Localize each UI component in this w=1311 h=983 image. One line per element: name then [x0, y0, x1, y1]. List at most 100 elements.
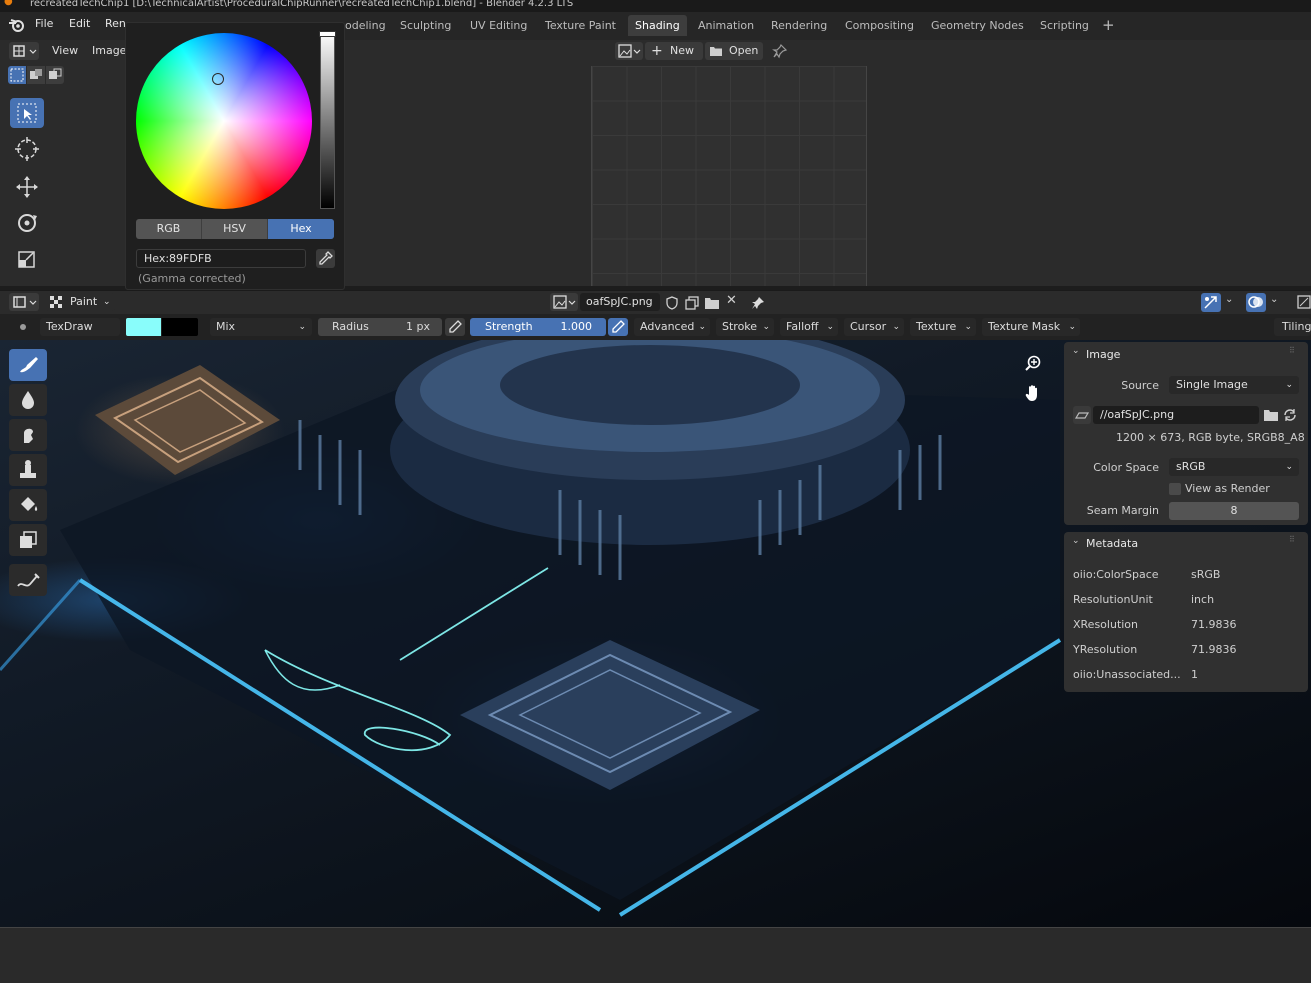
overlay-toggle-icon[interactable] — [1246, 293, 1266, 312]
menu-falloff[interactable]: Falloff ⌄ — [780, 318, 838, 336]
chevron-down-icon: ⌄ — [892, 322, 900, 332]
tab-geometry-nodes[interactable]: Geometry Nodes — [924, 15, 1031, 36]
sidebar-toggle-icon[interactable] — [1296, 294, 1311, 310]
color-wheel[interactable] — [136, 33, 312, 209]
menu-view[interactable]: View — [52, 44, 78, 57]
upper-toolbar — [6, 92, 48, 286]
tab-shading[interactable]: Shading — [628, 15, 687, 36]
tab-texture-paint[interactable]: Texture Paint — [538, 15, 623, 36]
zoom-icon[interactable] — [1024, 354, 1042, 372]
menu-cursor[interactable]: Cursor ⌄ — [844, 318, 904, 336]
brush-icon[interactable] — [14, 318, 32, 336]
tab-animation[interactable]: Animation — [691, 15, 761, 36]
strength-slider[interactable]: Strength 1.000 — [470, 318, 606, 336]
tab-uv-editing[interactable]: UV Editing — [463, 15, 534, 36]
pan-hand-icon[interactable] — [1024, 383, 1042, 403]
tab-sculpting[interactable]: Sculpting — [393, 15, 458, 36]
blender-logo-icon: ● — [4, 0, 13, 7]
chevron-down-icon: ⌄ — [103, 297, 111, 307]
hex-input[interactable]: Hex:89FDFB — [136, 249, 306, 268]
drag-handle-icon[interactable]: ⠿ — [1289, 535, 1295, 544]
filepath-field[interactable]: //oafSpJC.png — [1093, 406, 1259, 424]
reload-icon[interactable] — [1281, 406, 1299, 424]
soften-tool[interactable] — [9, 384, 47, 416]
brush-name-field[interactable]: TexDraw — [40, 318, 120, 336]
blend-mode-dropdown[interactable]: Mix ⌄ — [210, 318, 312, 336]
gizmo-dropdown-icon[interactable]: ⌄ — [1225, 294, 1233, 305]
annotate-tool[interactable] — [9, 564, 47, 596]
menu-edit[interactable]: Edit — [69, 12, 90, 40]
smear-tool[interactable] — [9, 419, 47, 451]
image-name-field[interactable]: oafSpJC.png — [580, 293, 660, 311]
select-box-tool[interactable] — [10, 98, 44, 128]
uv-grid-canvas[interactable] — [591, 66, 867, 286]
new-image-button[interactable]: + New — [645, 42, 703, 60]
tab-scripting[interactable]: Scripting — [1033, 15, 1096, 36]
source-dropdown[interactable]: Single Image ⌄ — [1169, 376, 1299, 394]
mode-dropdown[interactable]: Paint ⌄ — [45, 293, 115, 311]
menu-image[interactable]: Image — [92, 44, 126, 57]
drag-handle-icon[interactable]: ⠿ — [1289, 346, 1295, 355]
image-panel-title[interactable]: Image — [1086, 345, 1120, 365]
gizmo-toggle-icon[interactable] — [1201, 293, 1221, 312]
view-as-render-checkbox[interactable] — [1169, 483, 1181, 495]
mode-rgb[interactable]: RGB — [136, 219, 202, 239]
value-slider[interactable] — [320, 31, 335, 209]
open-image-button[interactable]: Open — [705, 42, 763, 60]
seam-margin-field[interactable]: 8 — [1169, 502, 1299, 520]
metadata-panel-title[interactable]: Metadata — [1086, 534, 1138, 554]
draw-brush-tool[interactable] — [9, 349, 47, 381]
pin-icon[interactable] — [772, 43, 788, 59]
metadata-value: 71.9836 — [1191, 618, 1237, 631]
unlink-close-icon[interactable]: ✕ — [726, 293, 737, 308]
chevron-down-icon: ⌄ — [826, 322, 834, 332]
select-new-icon[interactable] — [8, 66, 26, 84]
metadata-value: 1 — [1191, 668, 1198, 681]
overlay-dropdown-icon[interactable]: ⌄ — [1270, 294, 1278, 305]
open-folder-icon[interactable] — [704, 295, 720, 311]
browse-folder-icon[interactable] — [1262, 406, 1280, 424]
chevron-down-icon[interactable]: ⌄ — [1072, 536, 1080, 546]
radius-pressure-icon[interactable] — [445, 318, 465, 336]
mask-tool[interactable] — [9, 524, 47, 556]
chevron-down-icon[interactable]: ⌄ — [1072, 346, 1080, 356]
cursor-tool[interactable] — [10, 134, 44, 164]
add-workspace-icon[interactable]: + — [1095, 15, 1122, 36]
strength-pressure-icon[interactable] — [608, 318, 628, 336]
menu-texture[interactable]: Texture ⌄ — [910, 318, 976, 336]
duplicate-image-icon[interactable] — [684, 295, 700, 311]
menu-advanced[interactable]: Advanced ⌄ — [634, 318, 710, 336]
primary-color-swatch[interactable] — [126, 318, 161, 336]
radius-field[interactable]: Radius 1 px — [318, 318, 442, 336]
editor-type-dropdown-lower[interactable] — [9, 293, 39, 311]
fill-tool[interactable] — [9, 489, 47, 521]
secondary-color-swatch[interactable] — [162, 318, 198, 336]
blender-menu-icon[interactable] — [8, 17, 26, 33]
value-slider-handle[interactable] — [319, 31, 336, 37]
pin-icon-lower[interactable] — [750, 295, 766, 311]
menu-stroke[interactable]: Stroke ⌄ — [716, 318, 774, 336]
editor-type-dropdown[interactable] — [9, 42, 39, 60]
mode-hex[interactable]: Hex — [268, 219, 334, 239]
colorspace-dropdown[interactable]: sRGB ⌄ — [1169, 458, 1299, 476]
mode-hsv[interactable]: HSV — [202, 219, 268, 239]
color-wheel-cursor[interactable] — [212, 73, 224, 85]
menu-texture-mask[interactable]: Texture Mask ⌄ — [982, 318, 1080, 336]
image-browse-dropdown[interactable] — [615, 42, 643, 60]
menu-file[interactable]: File — [35, 12, 53, 40]
select-subtract-icon[interactable] — [46, 66, 64, 84]
clone-tool[interactable] — [9, 454, 47, 486]
rotate-tool[interactable] — [10, 208, 44, 238]
eyedropper-icon[interactable] — [316, 249, 335, 268]
tab-compositing[interactable]: Compositing — [838, 15, 921, 36]
menu-render[interactable]: Ren — [105, 12, 126, 40]
tab-rendering[interactable]: Rendering — [764, 15, 834, 36]
menu-tiling[interactable]: Tiling — [1274, 318, 1311, 336]
file-relative-icon[interactable] — [1073, 406, 1091, 424]
tab-modeling[interactable]: odeling — [338, 15, 393, 36]
move-tool[interactable] — [10, 172, 44, 202]
fake-user-shield-icon[interactable] — [664, 295, 680, 311]
scale-tool[interactable] — [10, 244, 44, 274]
select-extend-icon[interactable] — [27, 66, 45, 84]
image-browse-dropdown-lower[interactable] — [550, 293, 578, 311]
